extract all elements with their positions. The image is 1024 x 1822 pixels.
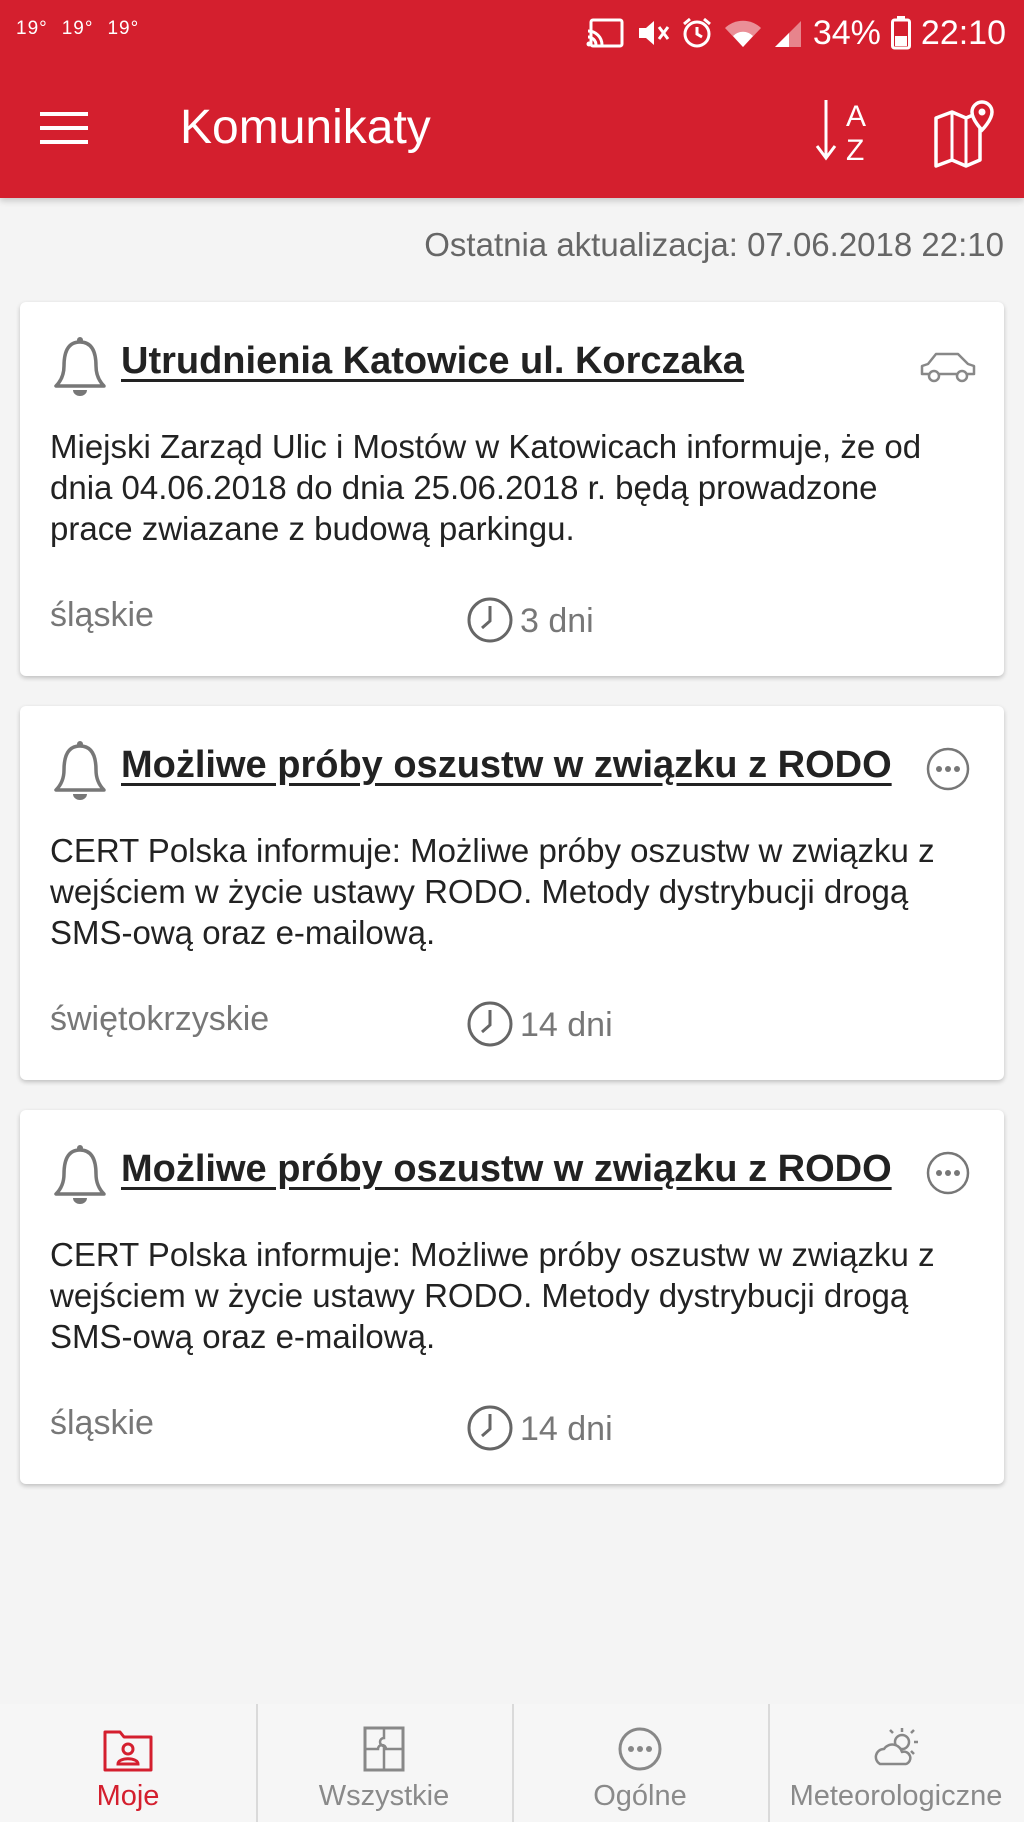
bell-icon bbox=[54, 336, 106, 396]
notice-duration: 3 dni bbox=[520, 602, 594, 640]
notice-body: CERT Polska informuje: Możliwe próby osz… bbox=[50, 832, 935, 951]
weather-temps: 19° 19° 19° bbox=[16, 18, 153, 40]
app-bar: 19° 19° 19° 34% 22:10 Komunikaty A Z bbox=[0, 0, 1024, 198]
battery-icon bbox=[890, 16, 911, 50]
mute-icon bbox=[638, 21, 670, 45]
notice-region: śląskie bbox=[50, 596, 154, 634]
temp-2: 19° bbox=[61, 18, 94, 39]
signal-icon bbox=[774, 21, 801, 47]
more-icon[interactable] bbox=[918, 744, 978, 794]
notice-body: Miejski Zarząd Ulic i Mostów w Katowicac… bbox=[50, 428, 922, 547]
tab-ogolne[interactable]: Ogólne bbox=[512, 1704, 768, 1822]
notice-card[interactable]: Utrudnienia Katowice ul. Korczaka Miejsk… bbox=[20, 302, 1004, 676]
puzzle-icon bbox=[363, 1726, 405, 1772]
clock-icon bbox=[467, 1405, 513, 1451]
cast-icon bbox=[586, 18, 624, 48]
menu-icon[interactable] bbox=[40, 106, 98, 154]
tab-label: Meteorologiczne bbox=[789, 1780, 1003, 1812]
notice-title[interactable]: Utrudnienia Katowice ul. Korczaka bbox=[121, 340, 744, 383]
clock-icon bbox=[467, 597, 513, 643]
clock-time: 22:10 bbox=[920, 13, 1006, 52]
clock-icon bbox=[467, 1001, 513, 1047]
notice-title[interactable]: Możliwe próby oszustw w związku z RODO bbox=[121, 1148, 892, 1191]
wifi-icon bbox=[724, 20, 761, 47]
tab-label: Wszystkie bbox=[318, 1780, 450, 1812]
more-circle-icon bbox=[618, 1727, 662, 1771]
notice-region: śląskie bbox=[50, 1404, 154, 1442]
battery-percent: 34% bbox=[812, 13, 881, 52]
alarm-icon bbox=[682, 17, 711, 48]
user-folder-icon bbox=[103, 1730, 153, 1772]
last-update-text: Ostatnia aktualizacja: 07.06.2018 22:10 bbox=[424, 226, 1004, 263]
notice-card[interactable]: Możliwe próby oszustw w związku z RODO C… bbox=[20, 1110, 1004, 1484]
tab-moje[interactable]: Moje bbox=[0, 1704, 256, 1822]
status-icons: 34% 22:10 bbox=[585, 8, 1006, 58]
more-icon[interactable] bbox=[918, 1148, 978, 1198]
toolbar: Komunikaty A Z bbox=[0, 64, 1024, 198]
car-icon bbox=[920, 352, 976, 383]
notice-duration: 14 dni bbox=[520, 1410, 613, 1448]
sort-letter-z: Z bbox=[846, 134, 864, 167]
notice-region: świętokrzyskie bbox=[50, 1000, 270, 1038]
sort-letter-a: A bbox=[846, 100, 866, 133]
bottom-nav: Moje Wszystkie Ogólne Meteorologiczne bbox=[0, 1704, 1024, 1822]
tab-label: Moje bbox=[96, 1780, 160, 1812]
page-title: Komunikaty bbox=[180, 101, 431, 154]
notice-title[interactable]: Możliwe próby oszustw w związku z RODO bbox=[121, 744, 892, 787]
tab-label: Ogólne bbox=[593, 1780, 687, 1812]
tab-wszystkie[interactable]: Wszystkie bbox=[256, 1704, 512, 1822]
sort-az-icon[interactable]: A Z bbox=[812, 96, 882, 168]
notice-duration: 14 dni bbox=[520, 1006, 613, 1044]
bell-icon bbox=[54, 1145, 106, 1204]
temp-1: 19° bbox=[16, 18, 48, 39]
temp-3: 19° bbox=[107, 18, 140, 39]
notice-card[interactable]: Możliwe próby oszustw w związku z RODO C… bbox=[20, 706, 1004, 1080]
tab-meteorologiczne[interactable]: Meteorologiczne bbox=[768, 1704, 1024, 1822]
map-pin-icon[interactable] bbox=[930, 98, 1000, 168]
weather-icon bbox=[874, 1728, 918, 1766]
bell-icon bbox=[54, 741, 106, 800]
notice-body: CERT Polska informuje: Możliwe próby osz… bbox=[50, 1236, 935, 1355]
status-bar: 19° 19° 19° 34% 22:10 bbox=[0, 0, 1024, 64]
